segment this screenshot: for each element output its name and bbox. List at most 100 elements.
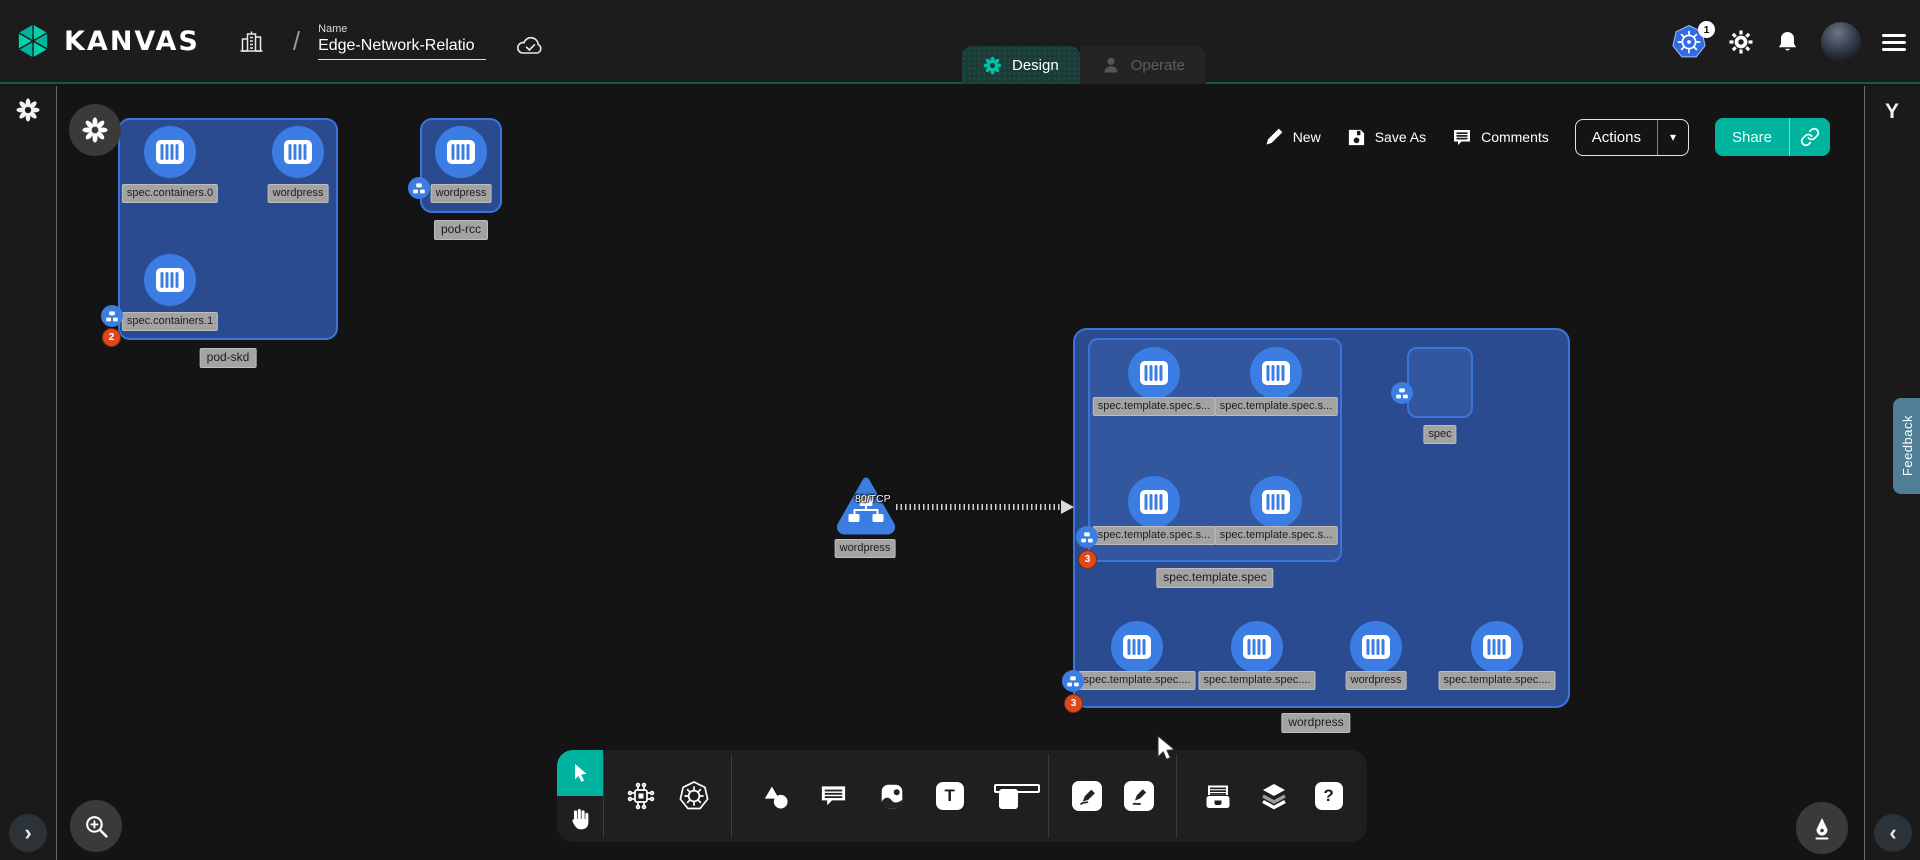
spec-node[interactable] (1407, 347, 1473, 418)
right-dock-strip: Y Feedback ‹ (1864, 86, 1920, 860)
design-canvas[interactable]: New Save As Com (58, 86, 1863, 860)
left-dock-strip: › (0, 86, 57, 860)
organization-icon[interactable] (238, 28, 265, 55)
container-node[interactable] (1471, 621, 1523, 673)
brand-name: KANVAS (64, 26, 200, 57)
new-label: New (1293, 129, 1321, 145)
node-label[interactable]: spec.containers.0 (122, 184, 218, 203)
drawer-archive-icon[interactable] (1202, 781, 1234, 812)
meshery-swirl-icon[interactable] (16, 98, 40, 122)
container-node[interactable] (1128, 347, 1180, 399)
freehand-tool-button[interactable] (1124, 781, 1154, 811)
node-label[interactable]: spec (1423, 425, 1456, 444)
save-as-button[interactable]: Save As (1347, 128, 1426, 147)
group-label[interactable]: pod-skd (200, 348, 257, 368)
breadcrumb-slash: / (293, 26, 300, 57)
container-node[interactable] (144, 254, 196, 306)
tab-operate[interactable]: Operate (1080, 46, 1206, 84)
container-node[interactable] (272, 126, 324, 178)
node-label[interactable]: spec.template.spec.... (1079, 671, 1196, 690)
kanvas-app: KANVAS / Name (0, 0, 1920, 860)
note-tool-button[interactable] (992, 782, 1020, 810)
container-node[interactable] (1350, 621, 1402, 673)
group-label[interactable]: wordpress (1281, 713, 1350, 733)
node-label[interactable]: spec.template.spec.s... (1093, 397, 1216, 416)
select-tool-button[interactable] (557, 750, 603, 796)
container-icon (1261, 360, 1291, 386)
kanvas-logo-icon[interactable] (14, 22, 52, 60)
pod-type-badge[interactable] (101, 305, 123, 327)
error-count-badge[interactable]: 2 (102, 328, 121, 347)
deployment-type-badge[interactable] (1062, 670, 1084, 692)
node-label[interactable]: spec.template.spec.s... (1215, 526, 1338, 545)
chip-components-icon[interactable] (625, 780, 657, 812)
container-icon (1139, 489, 1169, 515)
tab-design[interactable]: Design (962, 46, 1080, 84)
settings-gear-icon[interactable] (1728, 29, 1754, 55)
kubernetes-context-button[interactable]: 1 (1671, 24, 1707, 60)
container-icon (1242, 634, 1272, 660)
group-label[interactable]: pod-rcc (434, 220, 488, 240)
node-label[interactable]: spec.template.spec.... (1439, 671, 1556, 690)
design-swirl-icon (983, 56, 1002, 75)
text-tool-button[interactable]: T (936, 782, 964, 810)
pod-type-badge[interactable] (1391, 382, 1413, 404)
node-label[interactable]: spec.template.spec.s... (1093, 526, 1216, 545)
container-icon (1122, 634, 1152, 660)
service-triangle-node[interactable] (835, 475, 897, 535)
pod-type-badge[interactable] (408, 177, 430, 199)
container-node[interactable] (435, 126, 487, 178)
node-label[interactable]: spec.containers.1 (122, 312, 218, 331)
node-label[interactable]: wordpress (268, 184, 329, 203)
error-count-badge[interactable]: 3 (1064, 694, 1083, 713)
pan-tool-button[interactable] (557, 796, 603, 842)
image-tool-icon[interactable] (877, 781, 907, 812)
error-count-badge[interactable]: 3 (1078, 550, 1097, 569)
new-button[interactable]: New (1264, 127, 1321, 147)
service-label[interactable]: wordpress (835, 539, 896, 558)
design-name-input[interactable] (318, 37, 486, 60)
container-node[interactable] (1128, 476, 1180, 528)
feedback-tab[interactable]: Feedback (1893, 398, 1920, 494)
note-body-shape (999, 789, 1018, 809)
expand-right-panel-button[interactable]: ‹ (1874, 814, 1912, 852)
node-label[interactable]: spec.template.spec.s... (1215, 397, 1338, 416)
user-avatar[interactable] (1821, 22, 1861, 62)
link-icon (1800, 127, 1820, 147)
pod-glyph-icon (106, 311, 118, 322)
zoom-button[interactable] (70, 800, 122, 852)
container-node[interactable] (1250, 347, 1302, 399)
ink-pen-button[interactable] (1796, 802, 1848, 854)
shapes-tool-icon[interactable] (760, 782, 790, 810)
container-node[interactable] (1111, 621, 1163, 673)
chevron-left-icon: ‹ (1889, 822, 1896, 844)
service-edge[interactable] (896, 504, 1062, 510)
expand-left-panel-button[interactable]: › (9, 814, 47, 852)
chevron-right-icon: › (24, 822, 31, 844)
pod-type-badge[interactable] (1076, 526, 1098, 548)
node-label[interactable]: spec.template.spec.... (1199, 671, 1316, 690)
caret-down-icon[interactable]: ▾ (1658, 130, 1688, 144)
hamburger-menu-icon[interactable] (1882, 30, 1906, 55)
layer5-dock-icon[interactable]: Y (1885, 100, 1899, 124)
actions-dropdown-button[interactable]: Actions ▾ (1575, 119, 1689, 156)
layers-icon[interactable] (1258, 781, 1290, 812)
node-label[interactable]: wordpress (1346, 671, 1407, 690)
container-icon (1482, 634, 1512, 660)
node-configure-button[interactable] (69, 104, 121, 156)
node-label[interactable]: wordpress (431, 184, 492, 203)
container-icon (1139, 360, 1169, 386)
comments-button[interactable]: Comments (1452, 128, 1549, 147)
container-node[interactable] (1231, 621, 1283, 673)
share-button[interactable]: Share (1715, 118, 1830, 156)
tab-operate-label: Operate (1131, 57, 1185, 74)
group-label[interactable]: spec.template.spec (1156, 568, 1273, 588)
copy-link-button[interactable] (1790, 127, 1830, 147)
notifications-bell-icon[interactable] (1775, 29, 1800, 55)
kubernetes-tool-icon[interactable] (678, 780, 710, 812)
container-node[interactable] (144, 126, 196, 178)
comment-tool-icon[interactable] (818, 781, 849, 811)
container-node[interactable] (1250, 476, 1302, 528)
pen-tool-button[interactable] (1072, 781, 1102, 811)
help-button[interactable]: ? (1315, 782, 1343, 810)
